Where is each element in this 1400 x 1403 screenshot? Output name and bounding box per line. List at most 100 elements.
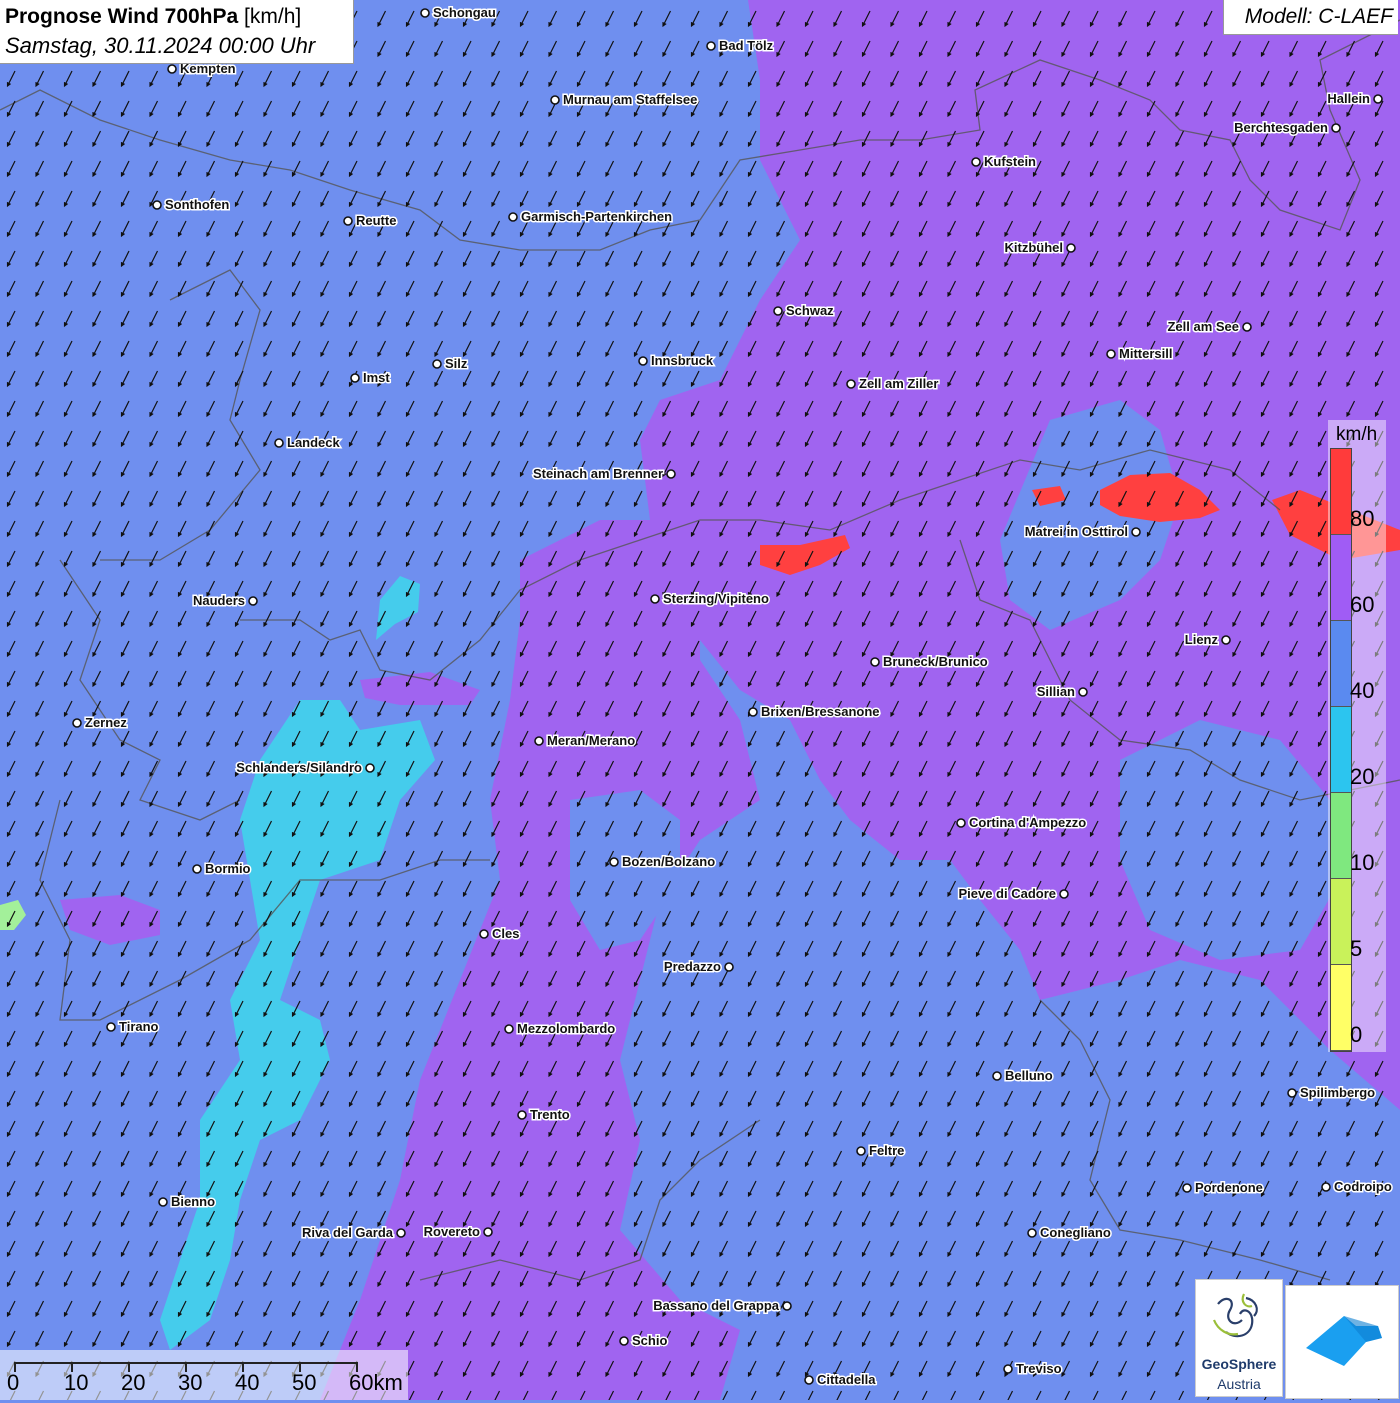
legend-tick-label: 0 <box>1350 1022 1363 1047</box>
city-dot <box>72 718 82 728</box>
city-dot <box>517 1110 527 1120</box>
city-matrei-in-osttirol: Matrei in Osttirol <box>1023 523 1141 541</box>
city-dot <box>804 1375 814 1385</box>
city-label: Riva del Garda <box>302 1225 394 1240</box>
city-dot <box>1003 1364 1013 1374</box>
scale-label: 40 <box>235 1370 260 1395</box>
city-dot <box>396 1228 406 1238</box>
city-label: Hallein <box>1327 91 1370 106</box>
legend-segment <box>1331 879 1351 965</box>
city-dot <box>508 212 518 222</box>
legend-tick-label: 10 <box>1350 850 1375 875</box>
city-label: Trento <box>530 1107 570 1122</box>
city-dot <box>782 1301 792 1311</box>
city-dot <box>1066 243 1076 253</box>
city-label: Reutte <box>356 213 396 228</box>
city-label: Cles <box>492 926 519 941</box>
city-dot <box>1287 1088 1297 1098</box>
city-dot <box>971 157 981 167</box>
city-schongau: Schongau <box>420 4 497 22</box>
city-dot <box>167 64 177 74</box>
city-label: Bienno <box>171 1194 215 1209</box>
legend-segment <box>1331 449 1351 535</box>
city-meran-merano: Meran/Merano <box>534 732 637 750</box>
city-dot <box>504 1024 514 1034</box>
city-label: Schlanders/Silandro <box>236 760 362 775</box>
city-label: Berchtesgaden <box>1234 120 1328 135</box>
city-dot <box>106 1022 116 1032</box>
city-bozen-bolzano: Bozen/Bolzano <box>609 853 717 871</box>
city-label: Bassano del Grappa <box>653 1298 779 1313</box>
city-conegliano: Conegliano <box>1027 1224 1112 1242</box>
legend-unit: km/h <box>1336 424 1378 445</box>
city-dot <box>992 1071 1002 1081</box>
city-dot <box>1131 527 1141 537</box>
city-label: Bozen/Bolzano <box>622 854 715 869</box>
city-dot <box>1373 94 1383 104</box>
city-dot <box>343 216 353 226</box>
legend-tick-label: 20 <box>1350 764 1375 789</box>
model-label: Modell: C-LAEF <box>1244 5 1393 28</box>
city-label: Lienz <box>1185 632 1219 647</box>
cloud-arrow-logo-icon <box>1306 1316 1382 1366</box>
legend-segment <box>1331 621 1351 707</box>
city-label: Predazzo <box>664 959 721 974</box>
city-dot <box>350 373 360 383</box>
legend-segment <box>1331 707 1351 793</box>
legend-tick-label: 80 <box>1350 506 1375 531</box>
city-label: Tirano <box>119 1019 159 1034</box>
city-sonthofen: Sonthofen <box>152 196 231 214</box>
city-label: Pordenone <box>1195 1180 1263 1195</box>
city-dot <box>550 95 560 105</box>
legend-tick-label: 60 <box>1350 592 1375 617</box>
city-label: Sterzing/Vipiteno <box>663 591 769 606</box>
city-dot <box>432 359 442 369</box>
city-label: Zell am Ziller <box>859 376 938 391</box>
geosphere-logo: GeoSphere Austria <box>1195 1279 1283 1397</box>
city-dot <box>1331 123 1341 133</box>
model-label-box: Modell: C-LAEF <box>1223 0 1398 35</box>
city-dot <box>152 200 162 210</box>
scale-label: 60km <box>349 1370 403 1395</box>
color-legend: km/h 80 60 40 20 10 5 0 <box>1328 420 1386 1052</box>
legend-tick-label: 5 <box>1350 936 1363 961</box>
city-label: Schongau <box>433 5 496 20</box>
city-label: Matrei in Osttirol <box>1025 524 1128 539</box>
city-label: Schwaz <box>786 303 834 318</box>
scale-label: 50 <box>292 1370 317 1395</box>
city-riva-del-garda: Riva del Garda <box>300 1224 406 1242</box>
city-steinach-am-brenner: Steinach am Brenner <box>531 465 676 483</box>
city-dot <box>666 469 676 479</box>
city-dot <box>870 657 880 667</box>
city-pieve-di-cadore: Pieve di Cadore <box>957 885 1069 903</box>
city-dot <box>846 379 856 389</box>
city-zell-am-ziller: Zell am Ziller <box>846 375 940 393</box>
city-label: Bruneck/Brunico <box>883 654 988 669</box>
city-dot <box>638 356 648 366</box>
city-label: Treviso <box>1016 1361 1062 1376</box>
map-title-unit: [km/h] <box>238 5 302 28</box>
city-dot <box>192 864 202 874</box>
city-dot <box>1321 1182 1331 1192</box>
city-dot <box>609 857 619 867</box>
city-label: Conegliano <box>1040 1225 1111 1240</box>
city-dot <box>956 818 966 828</box>
city-label: Codroipo <box>1334 1179 1392 1194</box>
city-dot <box>1106 349 1116 359</box>
city-label: Kitzbühel <box>1005 240 1064 255</box>
city-label: Garmisch-Partenkirchen <box>521 209 672 224</box>
city-label: Murnau am Staffelsee <box>563 92 697 107</box>
city-dot <box>365 763 375 773</box>
legend-tick-label: 40 <box>1350 678 1375 703</box>
city-label: Spilimbergo <box>1300 1085 1375 1100</box>
city-bassano-del-grappa: Bassano del Grappa <box>652 1297 792 1315</box>
city-label: Zell am See <box>1167 319 1239 334</box>
city-pordenone: Pordenone <box>1182 1179 1264 1197</box>
city-sterzing-vipiteno: Sterzing/Vipiteno <box>650 590 770 608</box>
city-zell-am-see: Zell am See <box>1166 318 1252 336</box>
city-label: Schio <box>632 1333 667 1348</box>
scale-bar: 0 10 20 30 40 50 60km <box>0 1350 408 1400</box>
city-dot <box>158 1197 168 1207</box>
city-label: Sillian <box>1037 684 1075 699</box>
city-dot <box>748 707 758 717</box>
